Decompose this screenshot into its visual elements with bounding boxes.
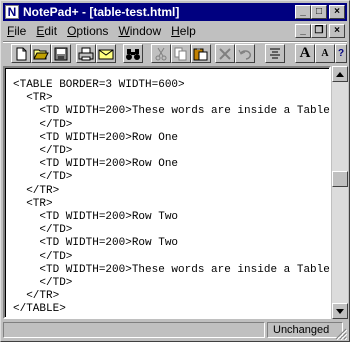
code-line[interactable]: <TD WIDTH=200>Row Two	[13, 211, 336, 224]
notepad-window: N NotePad+ - [table-test.html] _ □ × Fil…	[0, 0, 350, 342]
code-line[interactable]: <TR>	[13, 92, 336, 105]
align-button[interactable]	[265, 44, 285, 63]
close-button[interactable]: ×	[329, 5, 345, 19]
delete-x-icon	[219, 47, 231, 60]
menu-file[interactable]: File	[3, 24, 32, 38]
find-button[interactable]	[123, 44, 143, 63]
status-panel-state: Unchanged	[267, 322, 343, 338]
code-line[interactable]: <TD WIDTH=200>Row One	[13, 158, 336, 171]
menu-options[interactable]: Options	[63, 24, 114, 38]
title-bar[interactable]: N NotePad+ - [table-test.html] _ □ ×	[3, 3, 347, 21]
font-large-icon: A	[299, 45, 311, 61]
undo-button[interactable]	[235, 44, 255, 63]
paste-button[interactable]	[191, 44, 211, 63]
save-disk-icon	[54, 47, 68, 60]
code-text[interactable]: <TABLE BORDER=3 WIDTH=600> <TR> <TD WIDT…	[13, 79, 336, 317]
mail-icon	[98, 49, 114, 59]
menu-window[interactable]: Window	[114, 24, 167, 38]
resize-grip-icon[interactable]	[335, 328, 347, 340]
help-button[interactable]: ?	[335, 44, 347, 63]
status-panel-main	[3, 322, 265, 338]
code-line[interactable]: </TD>	[13, 251, 336, 264]
help-question-icon: ?	[337, 48, 345, 59]
undo-icon	[238, 49, 252, 60]
triangle-down-icon	[336, 308, 344, 314]
cut-button[interactable]	[151, 44, 171, 63]
code-line[interactable]: <TR>	[13, 198, 336, 211]
save-button[interactable]	[51, 44, 71, 63]
doc-restore-button[interactable]: ❐	[311, 24, 327, 38]
menu-bar: File Edit Options Window Help _ ❐ ×	[3, 22, 347, 40]
code-line[interactable]: </TR>	[13, 290, 336, 303]
code-line[interactable]: </TD>	[13, 171, 336, 184]
doc-minimize-button[interactable]: _	[295, 24, 311, 38]
code-line[interactable]: <TD WIDTH=200>These words are inside a T…	[13, 105, 336, 118]
maximize-button[interactable]: □	[311, 5, 327, 19]
open-folder-icon	[33, 49, 49, 59]
font-large-button[interactable]: A	[295, 44, 315, 63]
scroll-down-button[interactable]	[332, 303, 348, 319]
open-button[interactable]	[31, 44, 51, 63]
mail-button[interactable]	[96, 44, 116, 63]
menu-edit[interactable]: Edit	[32, 24, 63, 38]
font-small-icon: A	[321, 48, 329, 59]
print-button[interactable]	[76, 44, 96, 63]
cut-scissors-icon	[155, 47, 167, 60]
minimize-button[interactable]: _	[295, 5, 311, 19]
app-icon[interactable]: N	[5, 5, 19, 19]
code-line[interactable]: <TD WIDTH=200>These words are inside a T…	[13, 264, 336, 277]
document-controls: _ ❐ ×	[295, 24, 345, 38]
vertical-scrollbar[interactable]	[332, 66, 348, 319]
new-file-icon	[16, 47, 27, 60]
menu-help[interactable]: Help	[167, 24, 202, 38]
code-line[interactable]: </TD>	[13, 119, 336, 132]
align-icon	[270, 48, 280, 58]
find-binoculars-icon	[126, 48, 140, 60]
scroll-thumb[interactable]	[332, 171, 348, 187]
copy-button[interactable]	[171, 44, 191, 63]
status-bar: Unchanged	[3, 322, 347, 340]
text-editor[interactable]: <TABLE BORDER=3 WIDTH=600> <TR> <TD WIDT…	[3, 66, 336, 319]
code-line[interactable]: <TD WIDTH=200>Row One	[13, 132, 336, 145]
paste-icon	[193, 47, 208, 60]
window-controls: _ □ ×	[295, 5, 345, 19]
triangle-up-icon	[336, 71, 344, 77]
print-icon	[78, 47, 94, 60]
font-small-button[interactable]: A	[315, 44, 335, 63]
doc-close-button[interactable]: ×	[329, 24, 345, 38]
code-line[interactable]: </TABLE>	[13, 303, 336, 316]
scroll-up-button[interactable]	[332, 66, 348, 82]
code-line[interactable]: </TD>	[13, 145, 336, 158]
window-title: NotePad+ - [table-test.html]	[23, 5, 180, 19]
delete-button[interactable]	[215, 44, 235, 63]
modified-status: Unchanged	[273, 324, 330, 336]
toolbar: A A ?	[3, 41, 347, 64]
copy-icon	[174, 47, 187, 60]
code-line[interactable]: <TABLE BORDER=3 WIDTH=600>	[13, 79, 336, 92]
new-file-button[interactable]	[11, 44, 31, 63]
code-line[interactable]: </TD>	[13, 224, 336, 237]
code-line[interactable]: <TD WIDTH=200>Row Two	[13, 237, 336, 250]
code-line[interactable]: </TR>	[13, 185, 336, 198]
code-line[interactable]: </TD>	[13, 277, 336, 290]
